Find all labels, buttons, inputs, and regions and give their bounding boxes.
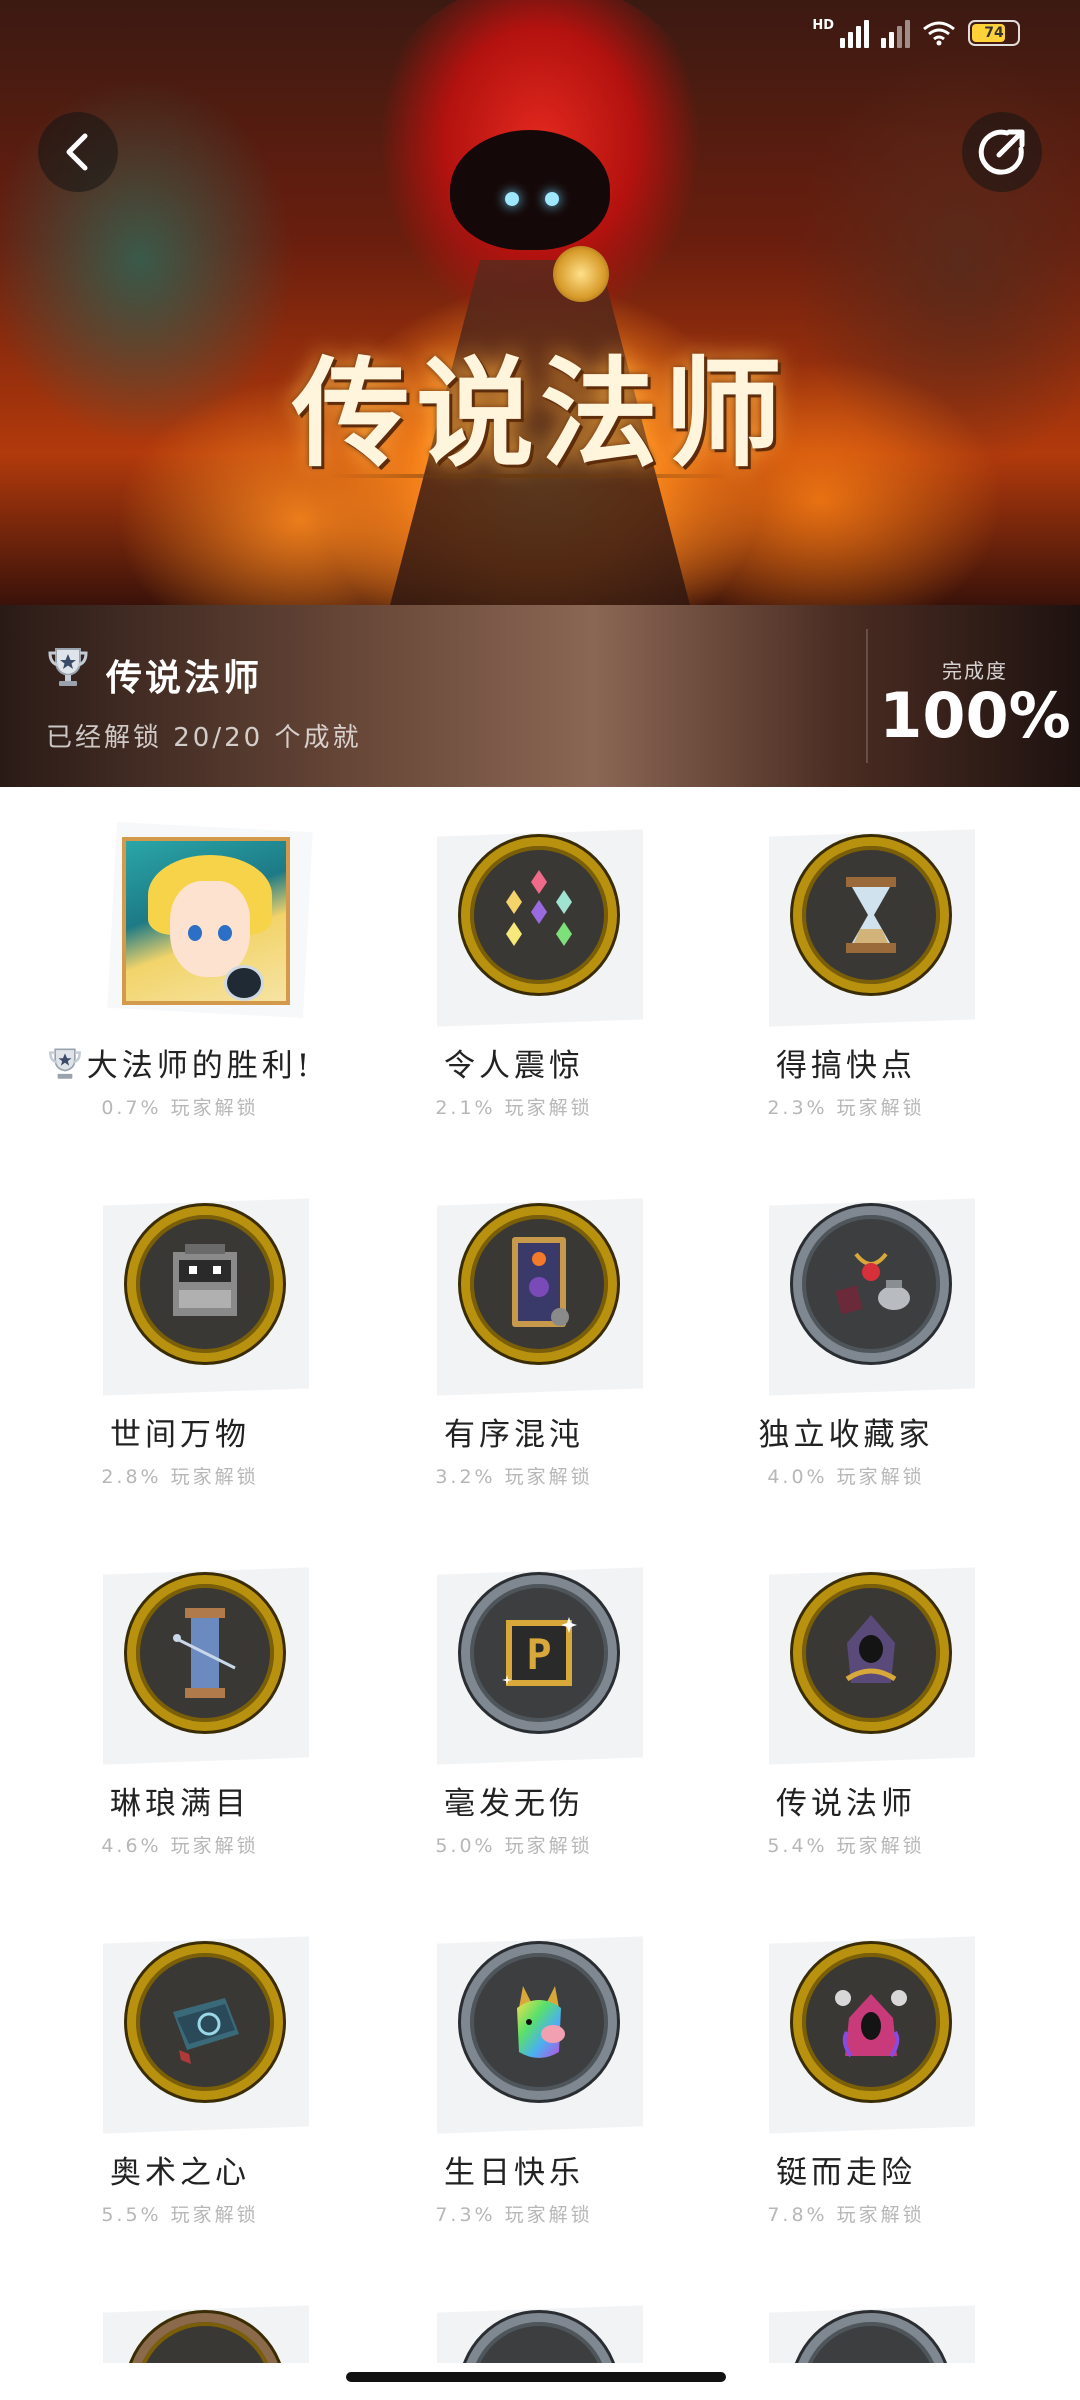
wizard-hood: [450, 130, 610, 250]
achievement-item-partial[interactable]: [0, 2263, 360, 2363]
achievement-name: 令人震惊: [444, 1048, 584, 1084]
achievement-name: 世间万物: [110, 1417, 250, 1453]
card-icon: [461, 1206, 617, 1362]
achievement-percent: 5.4% 玩家解锁: [767, 1835, 925, 1857]
achievement-item[interactable]: 生日快乐 7.3% 玩家解锁: [334, 1894, 694, 2263]
achievement-name: 得搞快点: [776, 1048, 916, 1084]
achievement-percent: 0.7% 玩家解锁: [101, 1097, 259, 1119]
achievement-name: 有序混沌: [444, 1417, 584, 1453]
game-logo-title: 传说法师: [291, 344, 788, 483]
logo-underline: [330, 474, 730, 478]
signal-icon: [840, 18, 869, 48]
trophy-icon: [48, 648, 88, 686]
achievement-percent: 2.3% 玩家解锁: [767, 1097, 925, 1119]
achievement-item[interactable]: 有序混沌 3.2% 玩家解锁: [334, 1156, 694, 1525]
share-icon: [978, 129, 1025, 175]
achievement-percent: 3.2% 玩家解锁: [435, 1466, 593, 1488]
svg-text:P: P: [526, 1630, 551, 1679]
summary-title: 传说法师: [106, 658, 263, 699]
unicorn-icon: [461, 1944, 617, 2100]
battery-level: 74: [984, 25, 1004, 41]
achievement-name: 毫发无伤: [444, 1786, 584, 1822]
achievement-item[interactable]: P 毫发无伤 5.0% 玩家解锁: [334, 1525, 694, 1894]
achievement-name: 生日快乐: [444, 2155, 584, 2191]
battery-icon: 74: [968, 20, 1020, 46]
spool-icon: [127, 1575, 283, 1731]
achievement-percent: 2.1% 玩家解锁: [435, 1097, 593, 1119]
completion-value: 100%: [879, 679, 1071, 752]
achievement-name: 琳琅满目: [110, 1786, 250, 1822]
skull-mage-icon: [793, 1944, 949, 2100]
achievement-name-text: 大法师的胜利!: [86, 1048, 314, 1084]
gems-icon: [461, 837, 617, 993]
wizard-eye: [505, 192, 519, 206]
signal-icon-2: [881, 18, 910, 48]
relics-icon: [793, 1206, 949, 1362]
achievement-item[interactable]: 独立收藏家 4.0% 玩家解锁: [666, 1156, 1026, 1525]
achievement-summary: 传说法师 已经解锁 20/20 个成就 完成度 100%: [0, 605, 1080, 787]
achievement-item[interactable]: 传说法师 5.4% 玩家解锁: [666, 1525, 1026, 1894]
achievement-percent: 7.8% 玩家解锁: [767, 2204, 925, 2226]
achievement-item-partial[interactable]: [666, 2263, 1026, 2363]
wizard-amulet: [553, 246, 609, 302]
achievement-item[interactable]: 铤而走险 7.8% 玩家解锁: [666, 1894, 1026, 2263]
trophy-icon: [48, 1048, 81, 1079]
achievement-item[interactable]: 奥术之心 5.5% 玩家解锁: [0, 1894, 360, 2263]
achievement-name: 铤而走险: [776, 2155, 916, 2191]
achievement-item[interactable]: 世间万物 2.8% 玩家解锁: [0, 1156, 360, 1525]
achievement-percent: 4.0% 玩家解锁: [767, 1466, 925, 1488]
status-bar: HD 74: [812, 18, 1020, 48]
hero-banner: 传说法师 HD 74: [0, 0, 1080, 605]
share-button[interactable]: [962, 112, 1042, 192]
back-button[interactable]: [38, 112, 118, 192]
unlocked-count: 已经解锁 20/20 个成就: [46, 723, 362, 753]
divider: [866, 629, 868, 763]
achievement-name: 大法师的胜利!: [0, 1040, 360, 1085]
chest-icon: [127, 1206, 283, 1362]
achievement-item[interactable]: 琳琅满目 4.6% 玩家解锁: [0, 1525, 360, 1894]
hourglass-icon: [793, 837, 949, 993]
hooded-wizard-icon: [793, 1575, 949, 1731]
achievement-item-partial[interactable]: [334, 2263, 694, 2363]
achievement-percent: 4.6% 玩家解锁: [101, 1835, 259, 1857]
wizard-eye: [545, 192, 559, 206]
achievement-percent: 5.0% 玩家解锁: [435, 1835, 593, 1857]
achievement-percent: 7.3% 玩家解锁: [435, 2204, 593, 2226]
achievement-item[interactable]: 得搞快点 2.3% 玩家解锁: [666, 787, 1026, 1156]
home-indicator[interactable]: [346, 2372, 726, 2382]
achievement-percent: 2.8% 玩家解锁: [101, 1466, 259, 1488]
achievement-item[interactable]: 大法师的胜利! 0.7% 玩家解锁: [0, 787, 360, 1156]
chevron-left-icon: [66, 133, 88, 171]
achievement-name: 独立收藏家: [758, 1417, 934, 1453]
achievement-name: 奥术之心: [110, 2155, 250, 2191]
spellbook-icon: [127, 1944, 283, 2100]
achievement-item[interactable]: 令人震惊 2.1% 玩家解锁: [334, 787, 694, 1156]
portrait-icon: [122, 837, 290, 1005]
achievement-name: 传说法师: [776, 1786, 916, 1822]
p-block-icon: P: [461, 1575, 617, 1731]
wifi-icon: [922, 20, 956, 46]
achievement-percent: 5.5% 玩家解锁: [101, 2204, 259, 2226]
network-type: HD: [812, 18, 834, 33]
